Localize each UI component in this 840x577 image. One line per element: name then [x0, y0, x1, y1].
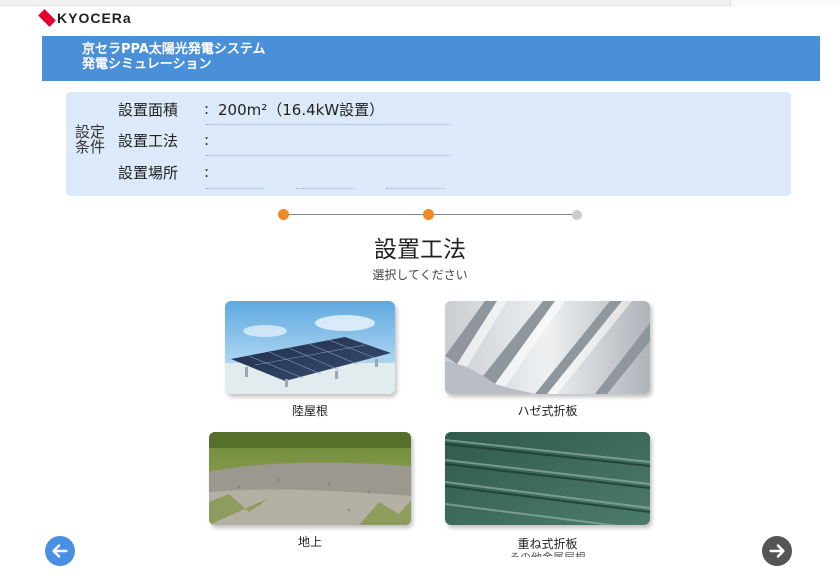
page-title-bar: 京セラPPA太陽光発電システム 発電シミュレーション	[42, 36, 820, 81]
kyocera-logo-icon	[38, 9, 56, 27]
logo-text: KYOCERa	[57, 10, 132, 26]
arrow-left-icon	[52, 544, 68, 558]
colon: :	[204, 100, 210, 118]
dotted-underline	[296, 188, 354, 189]
progress-stepper	[278, 208, 584, 222]
condition-row-location: 設置場所 :	[118, 160, 218, 184]
stepper-line-done	[284, 214, 431, 215]
condition-label-method: 設置工法	[118, 131, 179, 150]
condition-value-area: 200m²（16.4kW設置）	[218, 100, 385, 119]
option-lapped-folded-plate[interactable]: 重ね式折板 その他金属屋根	[445, 432, 650, 557]
browser-tab	[730, 0, 840, 6]
conditions-heading-line-2: 条件	[74, 138, 105, 156]
option-label-flat-roof: 陸屋根	[291, 404, 328, 418]
seam-folded-roof-image	[445, 301, 650, 394]
option-sublabel-lapped-folded-plate: その他金属屋根	[445, 549, 650, 557]
condition-row-method: 設置工法 :	[118, 128, 218, 152]
back-button[interactable]	[45, 536, 75, 566]
dotted-underline	[206, 155, 450, 156]
conditions-heading: 設定 条件	[72, 125, 108, 155]
step-1-dot	[278, 209, 289, 220]
browser-top-strip	[0, 0, 840, 6]
ground-gravel-field-photo	[209, 432, 411, 525]
lapped-folded-roof-image	[445, 432, 650, 525]
arrow-right-icon	[769, 544, 785, 558]
flat-roof-solar-photo	[225, 301, 395, 394]
page-title-line-1: 京セラPPA太陽光発電システム	[82, 42, 266, 57]
settings-conditions-panel: 設定 条件 設置面積 : 200m²（16.4kW設置） 設置工法 : 設置場所…	[66, 92, 791, 196]
condition-label-location: 設置場所	[118, 163, 179, 182]
kyocera-logo: KYOCERa	[38, 9, 132, 27]
condition-row-area: 設置面積 : 200m²（16.4kW設置）	[118, 97, 384, 121]
option-ground[interactable]: 地上	[209, 432, 411, 550]
option-label-seam-folded-plate: ハゼ式折板	[517, 404, 578, 418]
condition-label-area: 設置面積	[118, 100, 179, 119]
dotted-underline	[206, 124, 450, 125]
option-flat-roof[interactable]: 陸屋根	[225, 301, 395, 423]
option-label-ground: 地上	[297, 535, 322, 549]
flat-roof-solar-image	[225, 301, 395, 394]
step-3-dot	[572, 210, 582, 220]
section-title: 設置工法	[374, 237, 466, 263]
dotted-underline	[206, 188, 264, 189]
page-title-line-2: 発電シミュレーション	[82, 57, 212, 72]
section-subtitle: 選択してください	[372, 268, 468, 282]
dotted-underline	[386, 188, 444, 189]
option-seam-folded-plate[interactable]: ハゼ式折板	[445, 301, 650, 423]
next-button[interactable]	[762, 536, 792, 566]
lapped-folded-metal-roof-photo	[445, 432, 650, 525]
colon: :	[204, 163, 210, 181]
colon: :	[204, 131, 210, 149]
step-2-dot	[423, 209, 434, 220]
ground-field-image	[209, 432, 411, 525]
seam-folded-metal-roof-photo	[445, 301, 650, 394]
stepper-line-pending	[431, 214, 578, 215]
